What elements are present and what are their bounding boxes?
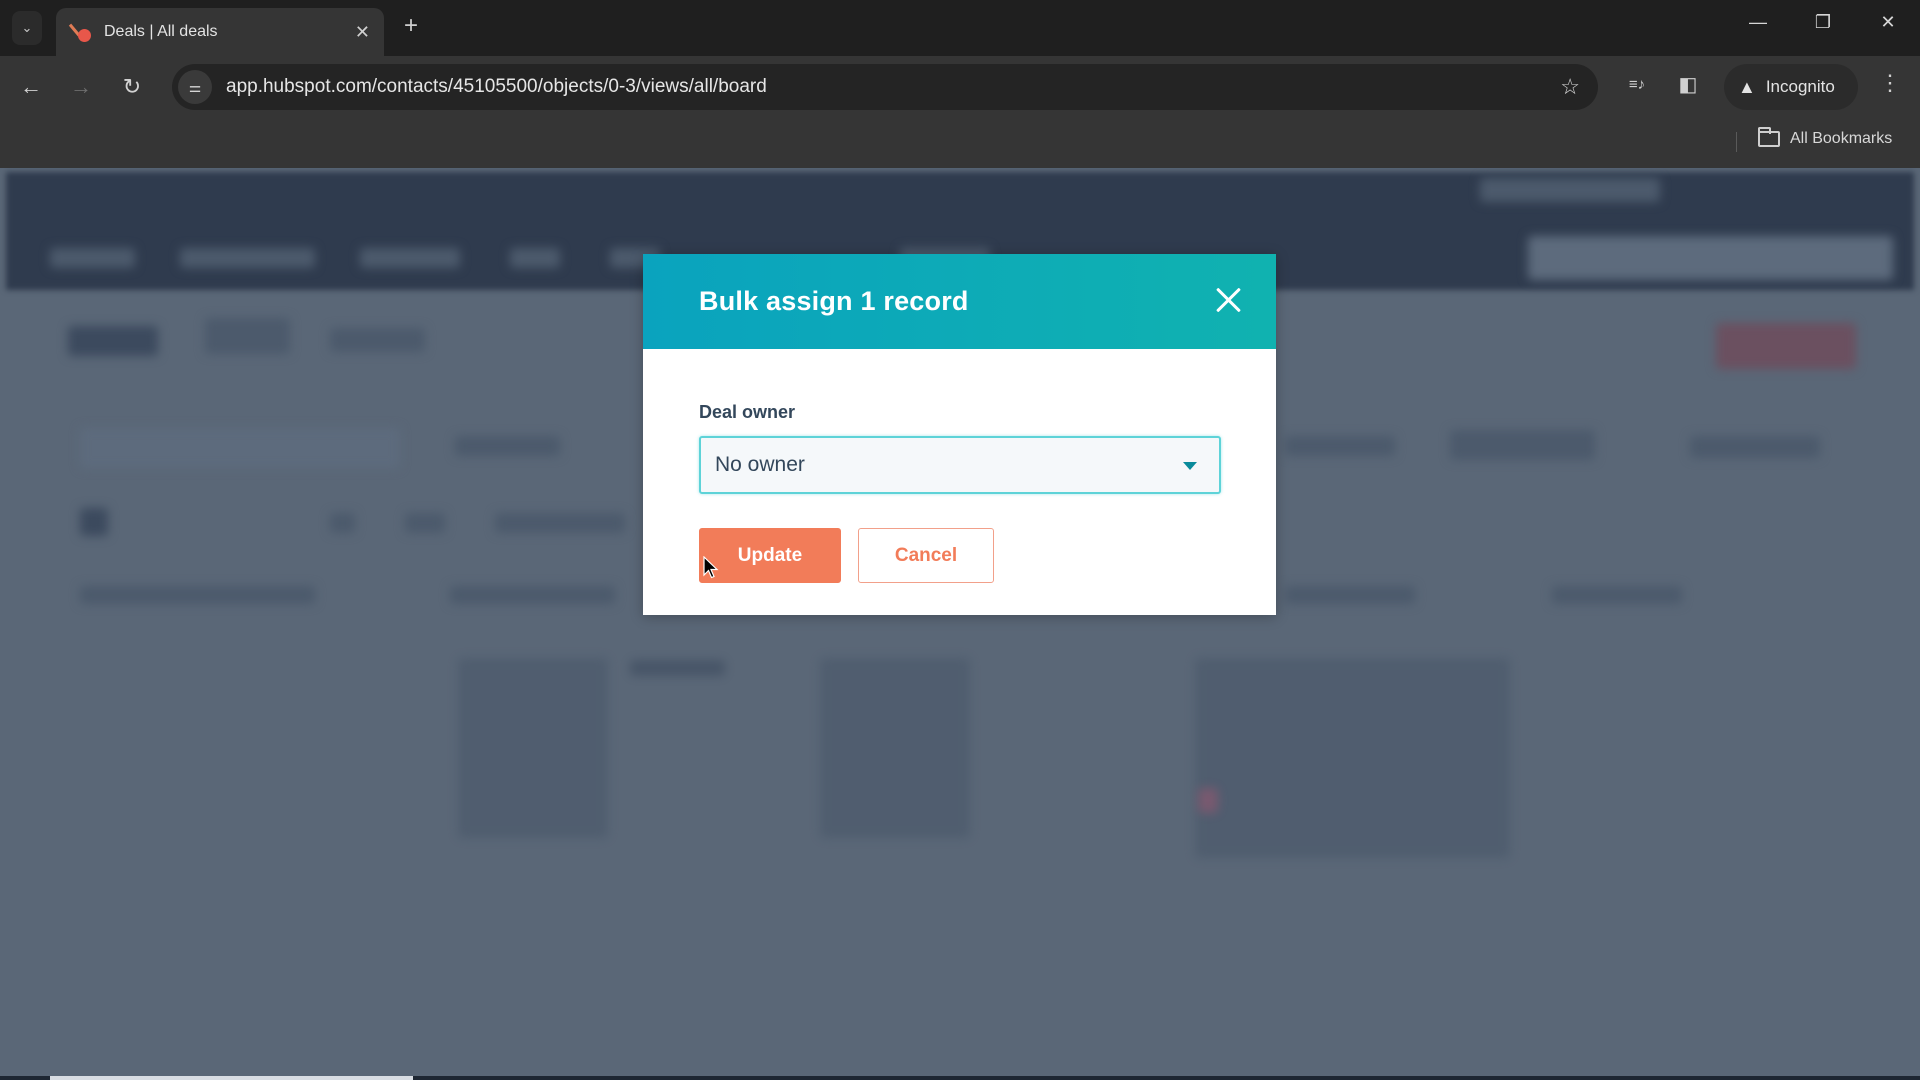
media-queue-icon: ≡♪ — [1628, 76, 1646, 93]
back-button[interactable]: ← — [16, 72, 46, 102]
modal-title: Bulk assign 1 record — [699, 286, 969, 316]
tab-close-icon[interactable]: ✕ — [355, 22, 370, 43]
horizontal-scrollbar[interactable] — [0, 1076, 1920, 1080]
cancel-button[interactable]: Cancel — [858, 528, 994, 583]
nav-item-placeholder — [180, 248, 315, 268]
arrow-right-icon: → — [70, 74, 92, 99]
deal-card-placeholder — [458, 658, 608, 838]
toolbar-placeholder — [495, 513, 625, 533]
address-bar[interactable]: ⚌ app.hubspot.com/contacts/45105500/obje… — [172, 64, 1598, 110]
side-panel-button[interactable]: ◧ — [1673, 72, 1703, 97]
folder-icon — [1758, 127, 1780, 147]
filter-placeholder — [1450, 430, 1595, 460]
create-button-placeholder — [1716, 323, 1856, 369]
deal-owner-value: No owner — [715, 453, 805, 476]
all-bookmarks-label: All Bookmarks — [1790, 130, 1893, 147]
bookmarks-divider — [1736, 132, 1737, 152]
modal-body: Deal owner No owner Update Cancel — [643, 402, 1276, 583]
column-header-placeholder — [450, 586, 615, 604]
side-panel-icon: ◧ — [1678, 74, 1698, 96]
incognito-label: Incognito — [1765, 77, 1835, 96]
close-icon[interactable] — [1210, 282, 1246, 318]
chevron-down-icon: ⌄ — [21, 20, 33, 35]
reload-icon: ↻ — [122, 74, 142, 99]
view-tab-placeholder — [205, 318, 290, 354]
browser-titlebar: ⌄ Deals | All deals ✕ + — ❐ ✕ — [0, 0, 1920, 56]
tab-list-button[interactable]: ⌄ — [12, 11, 42, 45]
checkbox-placeholder — [80, 508, 108, 536]
page-title-placeholder — [68, 326, 158, 356]
modal-actions: Update Cancel — [699, 528, 1220, 583]
filter-placeholder — [1285, 436, 1395, 456]
kebab-menu-icon: ⋮ — [1879, 70, 1901, 95]
incognito-icon: ▲ — [1738, 76, 1756, 97]
url-text[interactable]: app.hubspot.com/contacts/45105500/object… — [226, 76, 1560, 98]
search-placeholder — [1528, 236, 1893, 280]
restore-button[interactable]: ❐ — [1803, 12, 1843, 33]
plus-icon: + — [403, 12, 418, 39]
browser-menu-button[interactable]: ⋮ — [1878, 70, 1902, 96]
arrow-left-icon: ← — [20, 74, 42, 99]
tab-title: Deals | All deals — [104, 23, 218, 40]
scrollbar-thumb[interactable] — [50, 1076, 413, 1080]
column-header-placeholder — [1285, 586, 1415, 604]
toolbar-placeholder — [330, 513, 355, 533]
minimize-button[interactable]: — — [1738, 12, 1778, 33]
restore-icon: ❐ — [1814, 12, 1832, 32]
tune-icon[interactable]: ⚌ — [178, 70, 212, 104]
bookmarks-bar: All Bookmarks — [0, 118, 1920, 168]
reload-button[interactable]: ↻ — [117, 72, 147, 102]
avatar-placeholder — [1198, 788, 1218, 813]
deal-owner-select[interactable]: No owner — [699, 436, 1221, 494]
column-header-placeholder — [80, 586, 315, 604]
deal-card-placeholder — [630, 660, 725, 676]
new-tab-button[interactable]: + — [396, 12, 426, 40]
browser-tab-active[interactable]: Deals | All deals ✕ — [56, 8, 384, 56]
nav-icons-placeholder — [1480, 178, 1660, 202]
modal-header: Bulk assign 1 record — [643, 254, 1276, 349]
column-header-placeholder — [1552, 586, 1682, 604]
update-button[interactable]: Update — [699, 528, 841, 583]
forward-button[interactable]: → — [66, 72, 96, 102]
search-filter-placeholder — [80, 428, 400, 468]
nav-item-placeholder — [510, 248, 560, 268]
filter-placeholder — [455, 436, 560, 456]
nav-item-placeholder — [360, 248, 460, 268]
hubspot-sprocket-icon — [68, 21, 92, 43]
window-close-button[interactable]: ✕ — [1868, 12, 1908, 33]
browser-toolbar: ← → ↻ ⚌ app.hubspot.com/contacts/4510550… — [0, 56, 1920, 118]
minimize-icon: — — [1749, 12, 1767, 32]
nav-item-placeholder — [50, 248, 135, 268]
caret-down-icon — [1183, 462, 1197, 470]
deal-owner-label: Deal owner — [699, 402, 796, 422]
incognito-badge[interactable]: ▲ Incognito — [1724, 64, 1858, 110]
media-control-button[interactable]: ≡♪ — [1622, 72, 1652, 95]
view-tab-placeholder — [330, 328, 425, 352]
deal-card-placeholder — [820, 658, 970, 838]
close-icon: ✕ — [1880, 12, 1896, 32]
filter-placeholder — [1690, 436, 1820, 458]
star-icon[interactable]: ☆ — [1560, 74, 1580, 100]
bulk-assign-modal: Bulk assign 1 record Deal owner No owner… — [643, 254, 1276, 615]
toolbar-placeholder — [405, 513, 445, 533]
all-bookmarks-button[interactable]: All Bookmarks — [1758, 127, 1893, 148]
deal-card-placeholder — [1195, 658, 1510, 858]
